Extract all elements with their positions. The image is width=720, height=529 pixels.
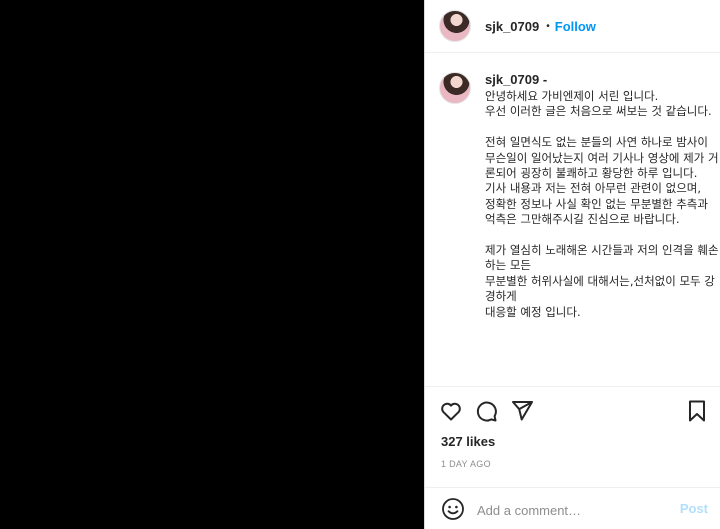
paper-plane-icon[interactable] xyxy=(510,399,534,423)
comment-icon[interactable] xyxy=(474,399,498,423)
comment-bar: Post xyxy=(425,487,720,529)
bookmark-icon[interactable] xyxy=(685,399,709,423)
heart-icon[interactable] xyxy=(439,399,463,423)
caption-avatar[interactable] xyxy=(439,72,471,104)
avatar[interactable] xyxy=(439,10,471,42)
caption-body: sjk_0709 - 안녕하세요 가비엔제이 서린 입니다. 우선 이러한 글은… xyxy=(485,72,720,320)
caption-area[interactable]: sjk_0709 - 안녕하세요 가비엔제이 서린 입니다. 우선 이러한 글은… xyxy=(425,54,720,385)
post-side-panel: sjk_0709 • Follow sjk_0709 - 안녕하세요 가비엔제이… xyxy=(424,0,720,529)
separator-dot: • xyxy=(546,20,550,32)
post-comment-button[interactable]: Post xyxy=(680,501,708,516)
post-timestamp[interactable]: 1 DAY AGO xyxy=(441,459,491,469)
post-header: sjk_0709 • Follow xyxy=(425,0,720,53)
caption-row: sjk_0709 - 안녕하세요 가비엔제이 서린 입니다. 우선 이러한 글은… xyxy=(425,54,720,320)
header-username[interactable]: sjk_0709 xyxy=(485,19,539,34)
follow-button[interactable]: Follow xyxy=(555,19,596,34)
smiley-icon[interactable] xyxy=(441,497,465,521)
comment-input[interactable] xyxy=(475,497,669,523)
caption-text: 안녕하세요 가비엔제이 서린 입니다. 우선 이러한 글은 처음으로 써보는 것… xyxy=(485,89,719,319)
action-bar xyxy=(425,386,720,432)
post-media xyxy=(0,0,424,529)
caption-username[interactable]: sjk_0709 - xyxy=(485,72,720,88)
likes-count[interactable]: 327 likes xyxy=(441,434,495,449)
